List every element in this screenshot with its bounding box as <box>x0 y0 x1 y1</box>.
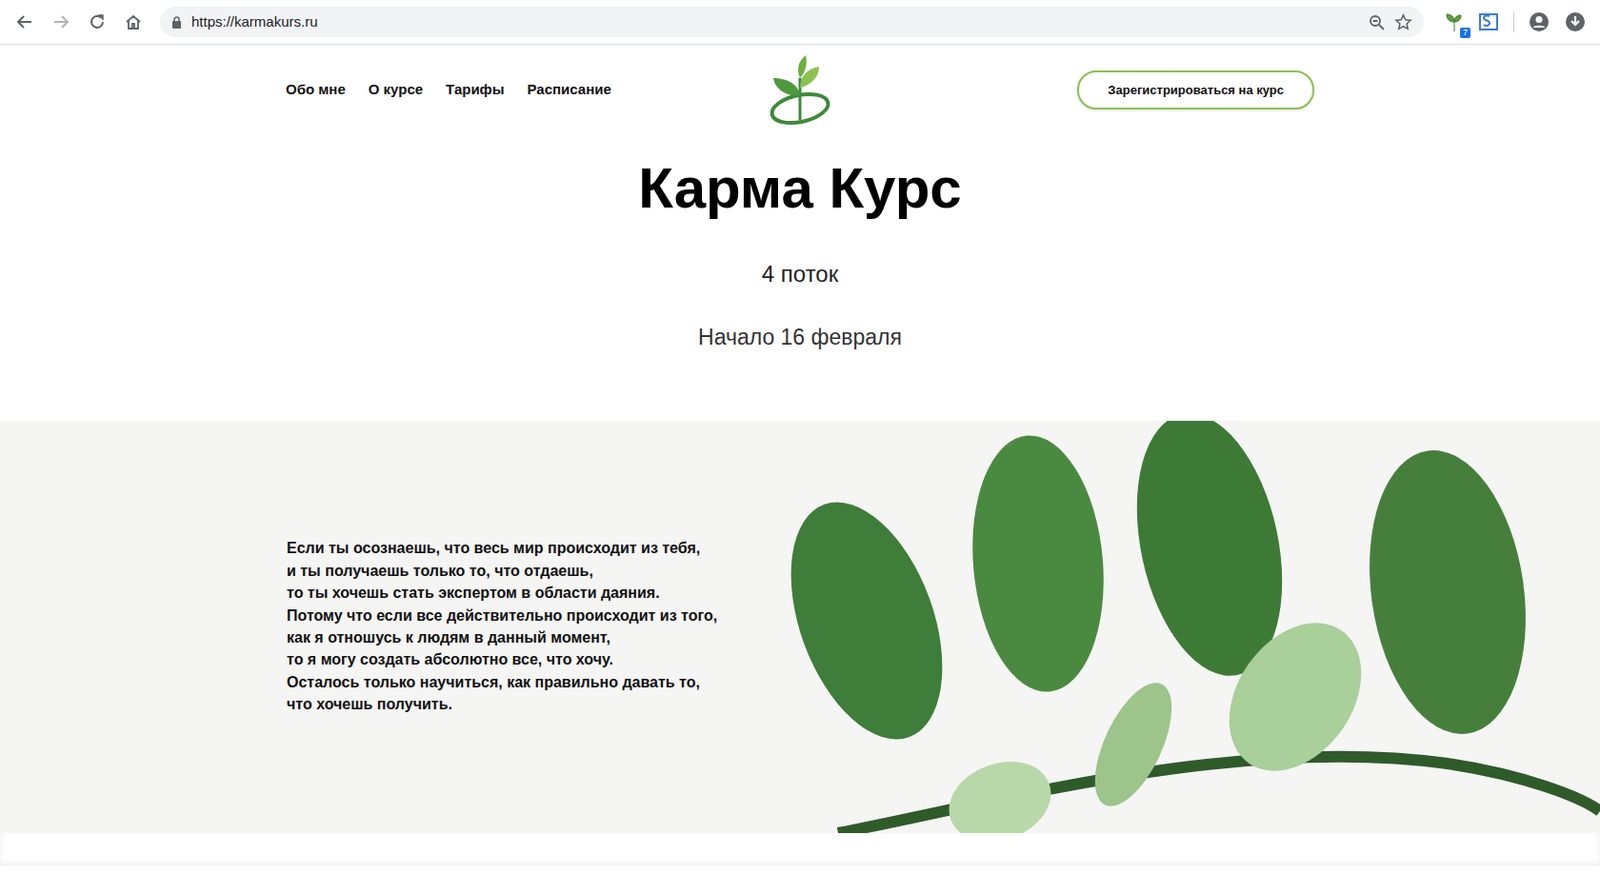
lock-icon <box>171 16 182 29</box>
site-nav: Обо мне О курсе Тарифы Расписание Зарегистр… <box>285 44 1315 136</box>
intro-line: Осталось только научиться, как правильно… <box>286 671 762 694</box>
forward-icon[interactable] <box>45 6 77 38</box>
bottom-strip <box>0 833 1600 866</box>
intro-text: Если ты осознаешь, что весь мир происход… <box>0 420 762 834</box>
nav-link[interactable]: Обо мне <box>285 79 346 101</box>
intro-line: Если ты осознаешь, что весь мир происход… <box>286 537 762 560</box>
star-icon[interactable] <box>1394 13 1413 32</box>
nav-link[interactable]: О курсе <box>368 79 423 101</box>
hero: Карма Курс 4 поток Начало 16 февраля <box>285 154 1315 351</box>
intro-line: то я могу создать абсолютно все, что хоч… <box>286 648 762 671</box>
intro-line: и ты получаешь только то, что отдаешь, <box>286 560 762 582</box>
intro-section: Если ты осознаешь, что весь мир происход… <box>0 420 1600 834</box>
home-icon[interactable] <box>118 6 149 38</box>
zoom-icon[interactable] <box>1368 14 1385 31</box>
nav-link[interactable]: Тарифы <box>445 79 504 101</box>
intro-line: Потому что если все действительно происх… <box>286 604 762 627</box>
start-date: Начало 16 февраля <box>285 324 1315 352</box>
hero-title: Карма Курс <box>285 154 1315 223</box>
address-bar[interactable]: https://karmakurs.ru <box>160 6 1424 38</box>
browser-toolbar: https://karmakurs.ru 7 <box>0 0 1600 45</box>
nav-link[interactable]: Расписание <box>527 79 612 101</box>
intro-line: то ты хочешь стать экспертом в области д… <box>286 581 762 604</box>
page-content: Обо мне О курсе Тарифы Расписание Зарегистр… <box>285 44 1315 351</box>
url-text[interactable]: https://karmakurs.ru <box>191 11 319 34</box>
logo-icon[interactable] <box>761 49 839 132</box>
stream-label: 4 поток <box>285 260 1315 289</box>
profile-icon[interactable] <box>1523 6 1555 38</box>
extension-badge: 7 <box>1460 27 1471 39</box>
back-icon[interactable] <box>9 6 40 38</box>
download-icon[interactable] <box>1560 6 1591 38</box>
extension-icon[interactable]: 7 <box>1442 9 1468 35</box>
extension-2-icon[interactable] <box>1473 6 1504 38</box>
register-button[interactable]: Зарегистрироваться на курс <box>1077 70 1315 111</box>
intro-line: что хочешь получить. <box>286 693 762 716</box>
leaves-picture <box>761 420 1600 834</box>
reload-icon[interactable] <box>81 6 113 38</box>
intro-line: как я отношусь к людям в данный момент, <box>286 626 762 649</box>
